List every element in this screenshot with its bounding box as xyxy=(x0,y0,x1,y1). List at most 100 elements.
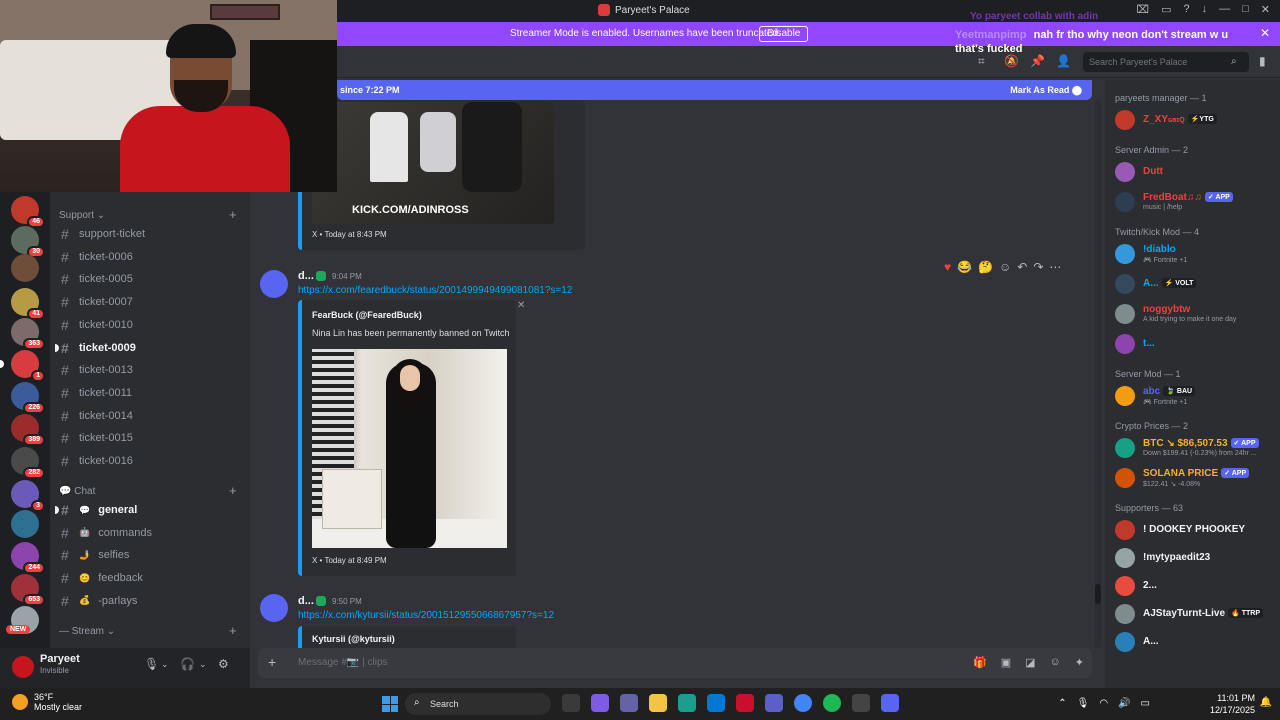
emoji-icon[interactable]: ☺ xyxy=(1050,656,1061,669)
attach-icon[interactable]: + xyxy=(268,654,276,670)
scrollbar-thumb[interactable] xyxy=(1095,584,1101,604)
inbox-icon[interactable]: ⌧ xyxy=(1136,3,1149,16)
help-icon[interactable]: ? xyxy=(1184,3,1190,16)
maximize-button[interactable]: □ xyxy=(1242,3,1249,16)
server-icon[interactable]: 3 xyxy=(11,480,45,512)
volume-icon[interactable]: 🔊 xyxy=(1118,698,1130,709)
member-item[interactable]: 2... xyxy=(1115,575,1275,599)
member-item[interactable]: !mytypaedit23 xyxy=(1115,547,1275,571)
server-icon[interactable]: 46 xyxy=(11,196,45,228)
add-channel-icon[interactable]: + xyxy=(229,207,237,222)
gear-icon[interactable]: ⚙ xyxy=(218,657,229,671)
channel-ticket-0007[interactable]: # ticket-0007 xyxy=(58,292,242,312)
threads-icon[interactable]: ⌗ xyxy=(978,54,985,69)
close-banner-icon[interactable]: ✕ xyxy=(1260,26,1270,40)
inbox-icon[interactable]: ▮ xyxy=(1259,54,1266,68)
battery-icon[interactable]: ▭ xyxy=(1141,698,1150,709)
message-link[interactable]: https://x.com/fearedbuck/status/20014999… xyxy=(298,285,572,296)
scrollbar[interactable] xyxy=(1095,100,1101,648)
copilot-icon[interactable] xyxy=(591,694,609,712)
download-icon[interactable]: ↓ xyxy=(1202,3,1208,16)
reply-icon[interactable]: ↶ xyxy=(1017,260,1027,274)
app-icon[interactable] xyxy=(765,694,783,712)
member-item[interactable]: BTC ↘ $86,507.53 ✓ APP Down $199.41 (-0.23… xyxy=(1115,437,1275,461)
channel-ticket-0005[interactable]: # ticket-0005 xyxy=(58,269,242,289)
channel-ticket-0014[interactable]: # ticket-0014 xyxy=(58,406,242,426)
embed-image[interactable] xyxy=(312,349,507,548)
channel-ticket-0016[interactable]: # ticket-0016 xyxy=(58,451,242,471)
clock[interactable]: 11:01 PM 12/17/2025 xyxy=(1210,692,1255,716)
member-item[interactable]: AJStayTurnt-Live 🔥 TTRP xyxy=(1115,603,1275,627)
category-stream[interactable]: — Stream ⌄ xyxy=(59,626,115,637)
member-item[interactable]: !diablo 🎮 Fortnite +1 xyxy=(1115,243,1275,267)
app-icon[interactable] xyxy=(852,694,870,712)
teams-icon[interactable] xyxy=(620,694,638,712)
gif-icon[interactable]: ▣ xyxy=(1001,656,1011,669)
chevron-down-icon[interactable]: ⌄ xyxy=(199,659,207,670)
category-support[interactable]: Support ⌄ xyxy=(59,210,105,221)
pin-icon[interactable]: 📌 xyxy=(1030,54,1045,68)
message-link[interactable]: https://x.com/kytursii/status/2001512955… xyxy=(298,610,554,621)
member-item[interactable]: abc 🍃 BAU 🎮 Fortnite +1 xyxy=(1115,385,1275,409)
channel-commands[interactable]: # 🤖 commands xyxy=(58,523,242,543)
server-icon[interactable]: 363 xyxy=(11,318,45,350)
taskbar-search[interactable]: Search xyxy=(405,693,551,715)
channel-ticket-0009[interactable]: # ticket-0009 xyxy=(55,338,242,358)
channel-feedback[interactable]: # 😊 feedback xyxy=(58,568,242,588)
file-explorer-icon[interactable] xyxy=(649,694,667,712)
sticker-icon[interactable]: ◪ xyxy=(1025,656,1035,669)
message-author[interactable]: d... xyxy=(298,270,314,282)
member-item[interactable]: noggybtw A kid trying to make it one day xyxy=(1115,303,1275,327)
new-messages-bar[interactable]: since 7:22 PM Mark As Read ⬤ xyxy=(337,80,1092,100)
minimize-button[interactable]: — xyxy=(1219,3,1230,16)
message-author[interactable]: d... xyxy=(298,595,314,607)
forward-icon[interactable]: ↷ xyxy=(1033,260,1043,274)
channel-ticket-0011[interactable]: # ticket-0011 xyxy=(58,383,242,403)
member-item[interactable]: Dutt xyxy=(1115,161,1275,185)
discord-icon[interactable] xyxy=(881,694,899,712)
member-item[interactable]: A... ⚡ VOLT xyxy=(1115,273,1275,297)
channel-selfies[interactable]: # 🤳 selfies xyxy=(58,545,242,565)
think-reaction-icon[interactable]: 🤔 xyxy=(978,260,993,274)
member-item[interactable]: Z_XYɢʙɪQ ⚡YTG xyxy=(1115,109,1275,133)
message-input[interactable]: Message #📷 | clips xyxy=(298,657,388,668)
edge-icon[interactable] xyxy=(678,694,696,712)
screen-icon[interactable]: ▭ xyxy=(1161,3,1171,16)
headphones-icon[interactable]: 🎧 xyxy=(180,657,195,671)
wifi-icon[interactable]: ◠ xyxy=(1099,698,1108,709)
server-icon[interactable]: 30 xyxy=(11,226,45,258)
task-view-icon[interactable] xyxy=(562,694,580,712)
member-item[interactable]: A... xyxy=(1115,631,1275,655)
server-icon[interactable]: 389 xyxy=(11,414,45,446)
add-channel-icon[interactable]: + xyxy=(229,483,237,498)
notification-icon[interactable]: 🔔 xyxy=(1260,697,1272,708)
avatar[interactable] xyxy=(260,594,288,622)
embed-author[interactable]: Kytursii (@kytursii) xyxy=(312,634,395,644)
chevron-up-icon[interactable]: ⌃ xyxy=(1058,698,1066,709)
server-icon[interactable] xyxy=(11,510,39,538)
close-embed-icon[interactable]: ✕ xyxy=(517,300,525,311)
server-icon[interactable]: 226 xyxy=(11,382,45,414)
weather-widget[interactable]: 36°F Mostly clear xyxy=(12,692,82,712)
server-icon[interactable]: 282 xyxy=(11,447,45,479)
microphone-icon[interactable]: 🎙 xyxy=(144,657,159,671)
server-icon-active[interactable]: 1 xyxy=(0,350,45,382)
disable-streamer-mode-button[interactable]: Disable xyxy=(759,26,809,42)
channel-ticket-0010[interactable]: # ticket-0010 xyxy=(58,315,242,335)
member-item[interactable]: ! DOOKEY PHOOKEY xyxy=(1115,519,1275,543)
add-reaction-icon[interactable]: ☺ xyxy=(999,260,1011,274)
server-icon[interactable]: 653 xyxy=(11,574,45,606)
add-channel-icon[interactable]: + xyxy=(229,623,237,638)
embed-author[interactable]: FearBuck (@FearedBuck) xyxy=(312,310,422,320)
heart-reaction-icon[interactable]: ♥ xyxy=(944,260,951,274)
member-list-icon[interactable]: 👤 xyxy=(1056,54,1071,68)
server-icon[interactable] xyxy=(11,254,39,282)
spotify-icon[interactable] xyxy=(823,694,841,712)
avatar[interactable] xyxy=(260,270,288,298)
mark-as-read-button[interactable]: Mark As Read ⬤ xyxy=(1010,85,1082,96)
channel-ticket-0013[interactable]: # ticket-0013 xyxy=(58,360,242,380)
close-window-button[interactable]: ✕ xyxy=(1261,3,1270,16)
mic-icon[interactable]: 🎙 xyxy=(1077,698,1090,709)
server-icon[interactable]: 41 xyxy=(11,288,45,320)
message-composer[interactable]: + Message #📷 | clips 🎁 ▣ ◪ ☺ ✦ xyxy=(258,648,1092,678)
